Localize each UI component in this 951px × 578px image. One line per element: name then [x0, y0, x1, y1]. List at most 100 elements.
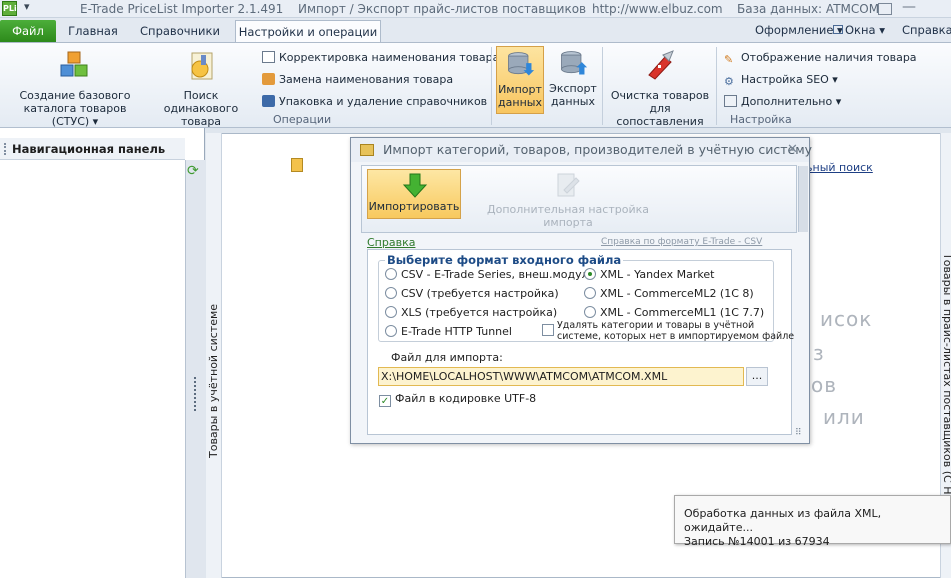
swiss-knife-icon — [648, 50, 674, 80]
grip-icon[interactable] — [4, 143, 6, 155]
app-url: http://www.elbuz.com — [592, 2, 723, 16]
browse-button[interactable]: ... — [746, 367, 768, 386]
additional-icon — [724, 95, 737, 107]
advanced-import-settings-label: Дополнительная настройка импорта — [487, 203, 649, 229]
radio-icon — [385, 325, 397, 337]
input-format-group: Выберите формат входного файла CSV - E-T… — [378, 253, 794, 342]
radio-icon — [385, 268, 397, 280]
vertical-tab-accounting-products[interactable]: Товары в учётной системе — [206, 133, 222, 578]
tab-file[interactable]: Файл — [0, 20, 56, 42]
import-dialog-titlebar: Импорт категорий, товаров, производителе… — [351, 138, 813, 162]
navigation-splitter[interactable]: ⟳ — [185, 160, 205, 578]
dialog-import-icon — [360, 144, 374, 156]
menu-windows[interactable]: Окна ▾ — [833, 23, 885, 37]
splitter-grip-icon[interactable] — [194, 377, 196, 411]
find-same-product-button[interactable]: Поиск одинакового товара — [146, 49, 256, 128]
find-same-product-line2: товара — [180, 115, 222, 128]
navigation-panel-title: Навигационная панель — [12, 142, 166, 156]
seo-settings-button[interactable]: ⚙ Настройка SEO ▾ — [724, 73, 838, 88]
create-base-catalog-button[interactable]: Создание базового каталога товаров (СТУС… — [4, 49, 146, 128]
checkbox-checked-icon: ✓ — [379, 395, 391, 407]
close-icon[interactable]: — — [902, 0, 916, 15]
export-data-line1: Экспорт — [549, 82, 597, 95]
delete-missing-line2: системе, которых нет в импортируемом фай… — [557, 331, 795, 342]
correct-names-button[interactable]: Корректировка наименования товара — [262, 51, 499, 64]
create-base-catalog-line2: каталога товаров (СТУС) — [23, 102, 127, 128]
delete-missing-line1: Удалять категории и товары в учётной — [557, 320, 755, 331]
menu-help[interactable]: Справка — [902, 23, 951, 37]
toolbar-scrollbar[interactable] — [798, 166, 808, 232]
title-bar: PLi ▾ E-Trade PriceList Importer 2.1.491… — [0, 0, 951, 18]
format-option-xls[interactable]: XLS (требуется настройка) — [385, 306, 557, 319]
show-availability-button[interactable]: ✎ Отображение наличия товара — [724, 51, 917, 66]
format-option-yandex-market[interactable]: XML - Yandex Market — [584, 268, 714, 281]
delete-missing-checkbox[interactable]: Удалять категории и товары в учётной сис… — [542, 320, 794, 342]
pack-remove-refs-button[interactable]: Упаковка и удаление справочников — [262, 95, 487, 108]
menu-appearance[interactable]: Оформление ▾ — [755, 23, 843, 37]
ribbon-separator — [716, 47, 717, 125]
format-option-http-tunnel[interactable]: E-Trade HTTP Tunnel — [385, 325, 512, 338]
tab-home[interactable]: Главная — [62, 20, 124, 42]
format-option-csv-custom[interactable]: CSV (требуется настройка) — [385, 287, 559, 300]
additional-label: Дополнительно — [741, 95, 833, 108]
format-option-label: CSV (требуется настройка) — [401, 287, 559, 300]
group-label-settings: Настройка — [730, 113, 792, 126]
import-data-line2: данных — [498, 96, 542, 109]
advanced-import-settings-button[interactable]: Дополнительная настройка импорта — [466, 169, 670, 229]
pack-remove-refs-label: Упаковка и удаление справочников — [279, 95, 488, 108]
ribbon-separator — [602, 47, 603, 125]
import-arrow-icon — [402, 173, 428, 198]
input-format-group-title: Выберите формат входного файла — [385, 253, 624, 267]
radio-icon — [385, 287, 397, 299]
database-pack-icon — [262, 95, 275, 107]
file-path-input[interactable]: X:\HOME\LOCALHOST\WWW\ATMCOM\ATMCOM.XML — [378, 367, 744, 386]
import-data-button[interactable]: Импорт данных — [496, 46, 544, 114]
format-option-label: E-Trade HTTP Tunnel — [401, 325, 512, 338]
import-dialog-title: Импорт категорий, товаров, производителе… — [383, 142, 813, 157]
format-option-label: CSV - E-Trade Series, внеш.модуль — [401, 268, 596, 281]
maximize-icon[interactable] — [878, 3, 892, 15]
help-link[interactable]: Справка — [367, 236, 415, 249]
resize-grip-icon[interactable]: ⠿ — [795, 428, 802, 438]
refresh-icon[interactable]: ⟳ — [187, 163, 199, 179]
import-data-line1: Импорт — [498, 83, 542, 96]
radio-icon — [385, 306, 397, 318]
progress-notification: Обработка данных из файла XML, ожидайте.… — [674, 495, 951, 548]
dialog-close-icon[interactable]: ✕ — [787, 138, 798, 162]
additional-button[interactable]: Дополнительно ▾ — [724, 95, 841, 108]
database-import-icon — [508, 52, 535, 76]
progress-message: Обработка данных из файла XML, ожидайте.… — [684, 507, 882, 534]
clean-products-button[interactable]: Очистка товаров для сопоставления — [606, 49, 714, 128]
import-dialog: Импорт категорий, товаров, производителе… — [350, 137, 813, 444]
find-same-product-line1: Поиск одинакового — [163, 89, 239, 115]
format-option-commerceml1[interactable]: XML - CommerceML1 (1C 7.7) — [584, 306, 764, 319]
menu-appearance-label: Оформление — [755, 23, 834, 37]
replace-names-button[interactable]: Замена наименования товара — [262, 73, 453, 86]
database-export-icon — [561, 51, 588, 75]
ribbon-separator — [491, 47, 492, 125]
export-data-button[interactable]: Экспорт данных — [549, 48, 597, 108]
format-option-csv-etrade[interactable]: CSV - E-Trade Series, внеш.модуль — [385, 268, 595, 281]
format-option-commerceml2[interactable]: XML - CommerceML2 (1C 8) — [584, 287, 754, 300]
group-label-operations: Операции — [273, 113, 332, 126]
progress-record-counter: Запись №14001 из 67934 — [684, 535, 830, 548]
utf8-checkbox[interactable]: ✓ Файл в кодировке UTF-8 — [379, 392, 536, 407]
background-text: исок — [820, 307, 873, 331]
database-label: База данных: ATMCOM — [737, 2, 880, 16]
format-option-label: XML - CommerceML2 (1C 8) — [600, 287, 754, 300]
tab-settings-operations[interactable]: Настройки и операции — [235, 20, 381, 42]
edit-list-icon — [262, 51, 275, 63]
format-option-label: XML - CommerceML1 (1C 7.7) — [600, 306, 765, 319]
file-label: Файл для импорта: — [391, 351, 503, 364]
search-products-icon — [191, 52, 213, 80]
replace-icon — [262, 73, 275, 85]
tab-references[interactable]: Справочники — [134, 20, 226, 42]
quick-access-dropdown-icon[interactable]: ▾ — [24, 0, 30, 13]
ribbon: Создание базового каталога товаров (СТУС… — [0, 42, 951, 128]
import-button[interactable]: Импортировать — [367, 169, 461, 219]
lock-icon — [291, 158, 303, 172]
export-data-line2: данных — [551, 95, 595, 108]
format-help-link[interactable]: Справка по формату E-Trade - CSV — [601, 237, 762, 247]
create-base-catalog-line1: Создание базового — [19, 89, 131, 102]
advanced-search-link[interactable]: льный поиск — [799, 161, 873, 174]
